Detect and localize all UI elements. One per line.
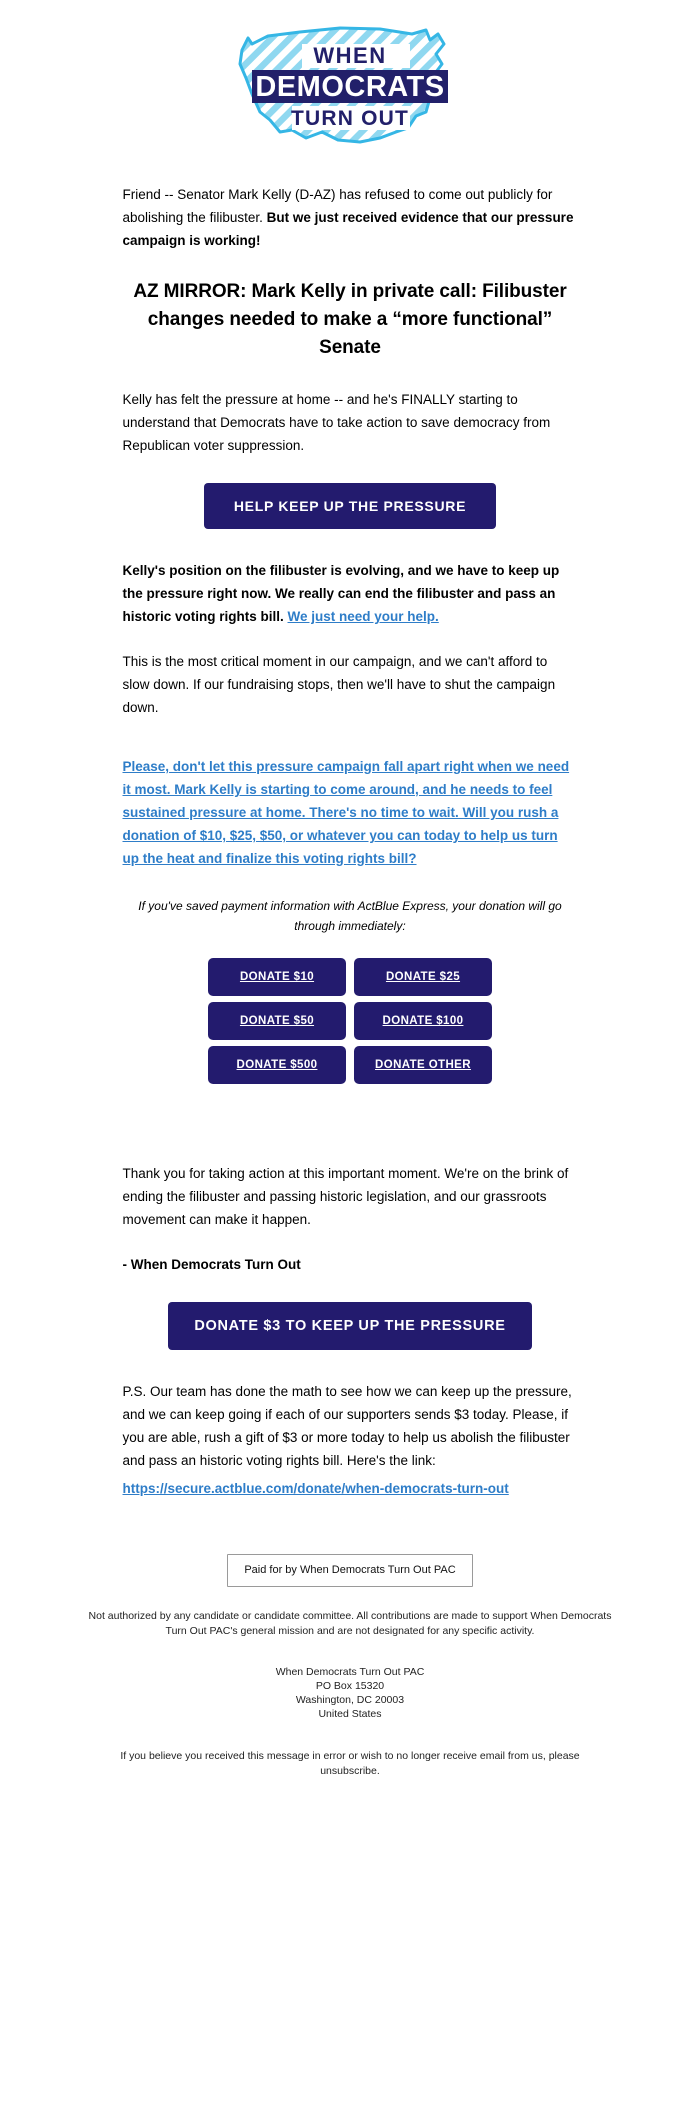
address-country: United States — [318, 1708, 382, 1720]
blue-appeal-link[interactable]: Please, don't let this pressure campaign… — [123, 759, 570, 866]
donate-25-button[interactable]: DONATE $25 — [354, 958, 492, 996]
paid-for-disclosure-box: Paid for by When Democrats Turn Out PAC — [227, 1554, 473, 1587]
donate-other-button[interactable]: DONATE OTHER — [354, 1046, 492, 1084]
ps-paragraph: P.S. Our team has done the math to see h… — [122, 1384, 572, 1468]
we-just-need-your-help-link[interactable]: We just need your help. — [288, 609, 439, 624]
address-city-state-zip: Washington, DC 20003 — [295, 1694, 405, 1706]
donate-amount-grid: DONATE $10 DONATE $25 DONATE $50 DONATE … — [200, 952, 500, 1090]
when-democrats-turn-out-logo-icon: WHEN DEMOCRATS TURN OUT — [238, 26, 448, 144]
ps-link-wrapper: https://secure.actblue.com/donate/when-d… — [123, 1480, 578, 1498]
address-po-box: PO Box 15320 — [315, 1680, 385, 1692]
secondary-cta-wrapper: DONATE $3 TO KEEP UP THE PRESSURE — [123, 1302, 578, 1350]
signoff-text: - When Democrats Turn Out — [122, 1257, 301, 1272]
email-content: Friend -- Senator Mark Kelly (D-AZ) has … — [123, 183, 578, 1498]
help-keep-up-the-pressure-button[interactable]: HELP KEEP UP THE PRESSURE — [203, 483, 497, 529]
logo-text-democrats: DEMOCRATS — [255, 71, 444, 103]
actblue-express-note: If you've saved payment information with… — [138, 899, 562, 933]
donate-cell: DONATE $500 — [208, 1046, 346, 1084]
donate-row: DONATE $10 DONATE $25 — [208, 958, 492, 996]
critical-moment-paragraph: This is the most critical moment in our … — [122, 654, 556, 715]
donate-10-button[interactable]: DONATE $10 — [208, 958, 346, 996]
primary-cta-wrapper: HELP KEEP UP THE PRESSURE — [123, 483, 578, 529]
donate-row: DONATE $500 DONATE OTHER — [208, 1046, 492, 1084]
intro-paragraph: Friend -- Senator Mark Kelly (D-AZ) has … — [123, 183, 578, 252]
email-footer: Paid for by When Democrats Turn Out PAC … — [70, 1498, 630, 1815]
evolving-paragraph: Kelly's position on the filibuster is ev… — [123, 559, 578, 628]
actblue-donation-url-link[interactable]: https://secure.actblue.com/donate/when-d… — [123, 1481, 509, 1496]
donate-100-button[interactable]: DONATE $100 — [354, 1002, 492, 1040]
donate-cell: DONATE $100 — [354, 1002, 492, 1040]
blue-appeal-paragraph: Please, don't let this pressure campaign… — [123, 755, 578, 870]
donate-500-button[interactable]: DONATE $500 — [208, 1046, 346, 1084]
donate-cell: DONATE $10 — [208, 958, 346, 996]
brand-logo: WHEN DEMOCRATS TURN OUT — [0, 0, 700, 169]
donate-row: DONATE $50 DONATE $100 — [208, 1002, 492, 1040]
logo-text-turn-out: TURN OUT — [291, 107, 409, 130]
address-org: When Democrats Turn Out PAC — [275, 1666, 425, 1678]
legal-disclaimer: Not authorized by any candidate or candi… — [88, 1610, 612, 1637]
donate-cell: DONATE $25 — [354, 958, 492, 996]
thank-you-paragraph: Thank you for taking action at this impo… — [122, 1166, 569, 1227]
donate-cell: DONATE OTHER — [354, 1046, 492, 1084]
unsubscribe-notice[interactable]: If you believe you received this message… — [70, 1749, 630, 1779]
article-headline: AZ MIRROR: Mark Kelly in private call: F… — [133, 281, 567, 358]
signoff-line: - When Democrats Turn Out — [123, 1253, 578, 1276]
pressure-paragraph: Kelly has felt the pressure at home -- a… — [122, 392, 551, 453]
donate-50-button[interactable]: DONATE $50 — [208, 1002, 346, 1040]
email-body: WHEN DEMOCRATS TURN OUT Friend -- Senato… — [0, 0, 700, 1815]
mailing-address: When Democrats Turn Out PAC PO Box 15320… — [70, 1665, 630, 1721]
donate-cell: DONATE $50 — [208, 1002, 346, 1040]
unsubscribe-text: If you believe you received this message… — [120, 1750, 580, 1777]
donate-3-button[interactable]: DONATE $3 TO KEEP UP THE PRESSURE — [168, 1302, 532, 1350]
logo-text-when: WHEN — [313, 43, 386, 68]
